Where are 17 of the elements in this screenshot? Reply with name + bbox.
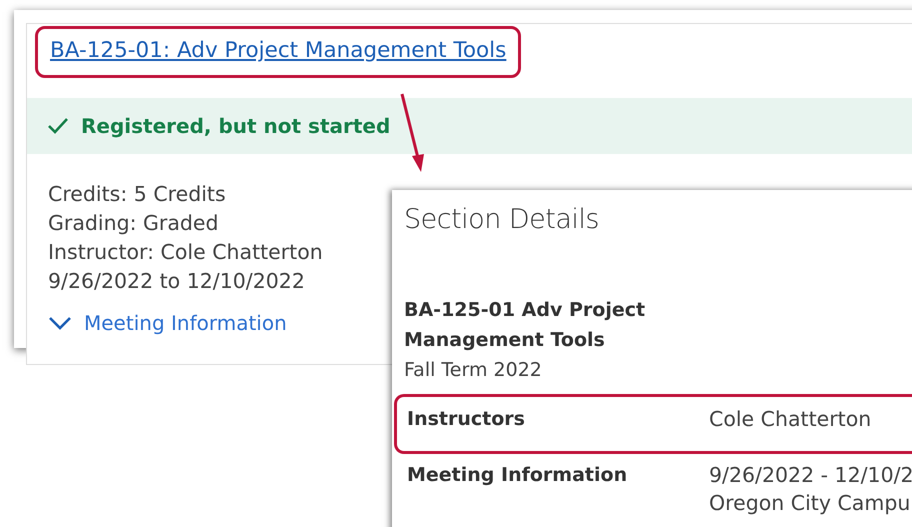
row-label: Instructors [407,407,526,432]
detail-line: Instructor: Cole Chatterton [48,240,323,264]
row-value: 9/26/2022 - 12/10/2 [709,462,912,489]
dialog-title: Section Details [404,204,600,235]
row-label: Meeting Information [407,463,628,488]
row-value: Oregon City Campu [709,490,912,517]
course-title: BA-125-01 Adv Project Management Tools [404,298,646,353]
term-text: Fall Term 2022 [404,358,543,383]
checkmark-icon [47,117,69,135]
chevron-icon [48,316,72,330]
detail-line: 9/26/2022 to 12/10/2022 [48,269,305,293]
row-value: Cole Chatterton [709,406,872,433]
detail-line: Grading: Graded [48,211,219,235]
status-text: Registered, but not started [81,114,390,138]
meeting-info-toggle[interactable]: Meeting Information [48,311,287,335]
detail-line: Credits: 5 Credits [48,182,226,206]
course-link[interactable]: BA-125-01: Adv Project Management Tools [50,37,506,65]
